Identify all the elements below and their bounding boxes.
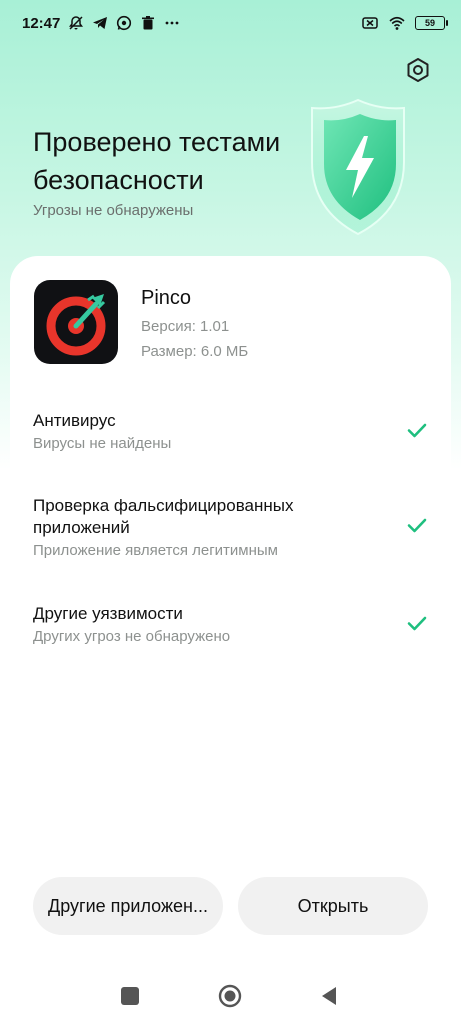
check-item-tampered-apps: Проверка фальсифицированных приложений П…	[33, 495, 433, 561]
battery-level: 59	[424, 18, 435, 28]
other-apps-button[interactable]: Другие приложен...	[33, 877, 223, 935]
battery-icon: 59	[415, 16, 448, 30]
whatsapp-icon	[117, 15, 132, 31]
check-item-antivirus: Антивирус Вирусы не найдены	[33, 410, 433, 454]
target-arrow-icon	[46, 294, 106, 356]
status-time: 12:47	[22, 14, 61, 32]
check-item-other-vulnerabilities: Другие уязвимости Других угроз не обнару…	[33, 603, 433, 647]
telegram-icon	[93, 17, 108, 29]
page-title: Проверено тестами безопасности	[33, 127, 281, 195]
shield-lightning-icon	[311, 98, 405, 236]
notification-icons	[68, 15, 180, 31]
settings-icon	[407, 58, 429, 82]
recents-button[interactable]	[121, 987, 139, 1005]
app-size: Размер: 6.0 МБ	[141, 343, 249, 360]
app-name: Pinco	[141, 287, 192, 309]
check-title: Антивирус	[33, 411, 116, 430]
open-button[interactable]: Открыть	[238, 877, 428, 935]
check-description: Приложение является легитимным	[33, 542, 278, 559]
check-title: Другие уязвимости	[33, 604, 183, 623]
home-button[interactable]	[218, 984, 242, 1008]
bell-off-icon	[69, 16, 84, 30]
wifi-icon	[389, 16, 405, 30]
app-version: Версия: 1.01	[141, 318, 230, 335]
check-title: Проверка фальсифицированных приложений	[33, 496, 294, 537]
check-description: Вирусы не найдены	[33, 435, 172, 452]
checkmark-icon	[407, 616, 427, 631]
sim-icon	[362, 17, 378, 29]
back-button[interactable]	[318, 985, 340, 1007]
system-icons: 59	[361, 15, 448, 31]
trash-icon	[142, 16, 155, 30]
checkmark-icon	[407, 423, 427, 438]
check-description: Других угроз не обнаружено	[33, 628, 231, 645]
page-subtitle: Угрозы не обнаружены	[33, 202, 194, 219]
more-icon	[165, 21, 179, 25]
checkmark-icon	[407, 518, 427, 533]
status-bar: 12:47 59	[0, 0, 461, 46]
settings-button[interactable]	[404, 56, 432, 84]
app-icon	[34, 280, 118, 364]
